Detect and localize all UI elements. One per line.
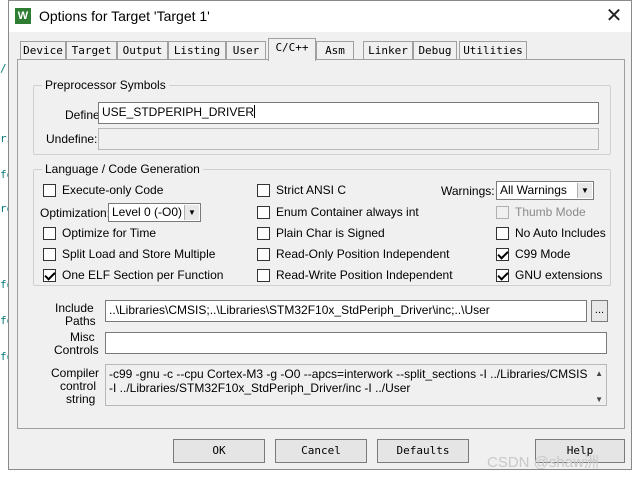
tab-debug[interactable]: Debug bbox=[413, 41, 457, 60]
c99-mode-box bbox=[496, 247, 509, 261]
plain-char-checkbox[interactable]: Plain Char is Signed bbox=[257, 226, 385, 240]
tab-listing[interactable]: Listing bbox=[168, 41, 226, 60]
optimize-time-box bbox=[43, 226, 56, 240]
execute-only-box bbox=[43, 183, 56, 197]
optimization-value: Level 0 (-O0) bbox=[112, 205, 183, 219]
split-load-checkbox[interactable]: Split Load and Store Multiple bbox=[43, 247, 215, 261]
execute-only-checkbox[interactable]: Execute-only Code bbox=[43, 183, 163, 197]
no-auto-includes-label: No Auto Includes bbox=[515, 226, 606, 240]
include-browse-button[interactable]: ... bbox=[591, 300, 608, 322]
keil-app-icon: W bbox=[15, 8, 31, 24]
strict-ansi-checkbox[interactable]: Strict ANSI C bbox=[257, 183, 346, 197]
background-editor-fragment: / bbox=[0, 62, 7, 75]
warnings-value: All Warnings bbox=[500, 183, 567, 197]
rw-pi-label: Read-Write Position Independent bbox=[276, 268, 453, 282]
thumb-mode-box bbox=[496, 205, 509, 219]
thumb-mode-label: Thumb Mode bbox=[515, 205, 586, 219]
enum-container-checkbox[interactable]: Enum Container always int bbox=[257, 205, 419, 219]
define-input[interactable]: USE_STDPERIPH_DRIVER bbox=[98, 102, 599, 124]
cc-tab-page: Preprocessor Symbols Define: USE_STDPERI… bbox=[17, 59, 625, 429]
gnu-extensions-box bbox=[496, 268, 509, 282]
tab-device[interactable]: Device bbox=[20, 41, 66, 60]
language-group: Language / Code Generation Execute-only … bbox=[33, 162, 611, 286]
undefine-input[interactable] bbox=[98, 128, 599, 150]
misc-controls-input[interactable] bbox=[105, 332, 607, 354]
language-group-title: Language / Code Generation bbox=[42, 162, 203, 176]
scroll-up-icon[interactable]: ▲ bbox=[595, 367, 603, 381]
c99-mode-checkbox[interactable]: C99 Mode bbox=[496, 247, 570, 261]
rw-pi-box bbox=[257, 268, 270, 282]
one-elf-box bbox=[43, 268, 56, 282]
optimize-time-label: Optimize for Time bbox=[62, 226, 157, 240]
options-dialog: W Options for Target 'Target 1' ✕ Device… bbox=[8, 0, 632, 470]
execute-only-label: Execute-only Code bbox=[62, 183, 164, 197]
ro-pi-box bbox=[257, 247, 270, 261]
optimize-time-checkbox[interactable]: Optimize for Time bbox=[43, 226, 156, 240]
misc-label-line1: Misc bbox=[70, 330, 95, 344]
tab-utilities[interactable]: Utilities bbox=[459, 41, 527, 60]
undefine-label: Undefine: bbox=[46, 132, 98, 146]
define-value: USE_STDPERIPH_DRIVER bbox=[102, 105, 255, 119]
gnu-extensions-checkbox[interactable]: GNU extensions bbox=[496, 268, 602, 282]
compiler-control-string[interactable]: -c99 -gnu -c --cpu Cortex-M3 -g -O0 --ap… bbox=[105, 364, 607, 406]
strict-ansi-box bbox=[257, 183, 270, 197]
include-label-line2: Paths bbox=[65, 314, 96, 328]
plain-char-box bbox=[257, 226, 270, 240]
tab-asm[interactable]: Asm bbox=[316, 41, 354, 60]
plain-char-label: Plain Char is Signed bbox=[276, 226, 385, 240]
optimization-label: Optimization: bbox=[40, 206, 111, 220]
warnings-label: Warnings: bbox=[441, 184, 495, 198]
ok-button[interactable]: OK bbox=[173, 439, 265, 463]
defaults-button[interactable]: Defaults bbox=[377, 439, 469, 463]
close-icon[interactable]: ✕ bbox=[601, 4, 627, 28]
compiler-control-value: -c99 -gnu -c --cpu Cortex-M3 -g -O0 --ap… bbox=[109, 367, 588, 395]
chevron-down-icon: ▼ bbox=[184, 205, 199, 220]
preprocessor-group: Preprocessor Symbols Define: USE_STDPERI… bbox=[33, 78, 611, 155]
scroll-down-icon[interactable]: ▼ bbox=[595, 393, 603, 405]
strict-ansi-label: Strict ANSI C bbox=[276, 183, 347, 197]
rw-pi-checkbox[interactable]: Read-Write Position Independent bbox=[257, 268, 453, 282]
compiler-label-line2: control bbox=[60, 379, 97, 393]
text-cursor bbox=[254, 105, 256, 118]
title-bar[interactable]: W Options for Target 'Target 1' ✕ bbox=[9, 1, 631, 32]
tab-user[interactable]: User bbox=[226, 41, 266, 60]
enum-container-box bbox=[257, 205, 270, 219]
one-elf-checkbox[interactable]: One ELF Section per Function bbox=[43, 268, 223, 282]
warnings-select[interactable]: All Warnings ▼ bbox=[496, 181, 594, 200]
compiler-label-line3: string bbox=[66, 392, 96, 406]
misc-label-line2: Controls bbox=[54, 343, 99, 357]
preprocessor-group-title: Preprocessor Symbols bbox=[42, 78, 169, 92]
ro-pi-label: Read-Only Position Independent bbox=[276, 247, 450, 261]
include-label-line1: Include bbox=[55, 301, 94, 315]
c99-mode-label: C99 Mode bbox=[515, 247, 571, 261]
enum-container-label: Enum Container always int bbox=[276, 205, 419, 219]
gnu-extensions-label: GNU extensions bbox=[515, 268, 603, 282]
cancel-button[interactable]: Cancel bbox=[275, 439, 367, 463]
tab-linker[interactable]: Linker bbox=[363, 41, 413, 60]
include-paths-input[interactable]: ..\Libraries\CMSIS;..\Libraries\STM32F10… bbox=[105, 300, 587, 322]
compiler-label-line1: Compiler bbox=[51, 366, 100, 380]
tab-output[interactable]: Output bbox=[117, 41, 168, 60]
tab-cc[interactable]: C/C++ bbox=[268, 38, 316, 61]
window-title: Options for Target 'Target 1' bbox=[39, 8, 210, 24]
one-elf-label: One ELF Section per Function bbox=[62, 268, 224, 282]
optimization-select[interactable]: Level 0 (-O0) ▼ bbox=[108, 203, 201, 222]
no-auto-includes-checkbox[interactable]: No Auto Includes bbox=[496, 226, 606, 240]
ro-pi-checkbox[interactable]: Read-Only Position Independent bbox=[257, 247, 449, 261]
no-auto-includes-box bbox=[496, 226, 509, 240]
chevron-down-icon: ▼ bbox=[577, 183, 592, 198]
thumb-mode-checkbox[interactable]: Thumb Mode bbox=[496, 205, 586, 219]
split-load-box bbox=[43, 247, 56, 261]
split-load-label: Split Load and Store Multiple bbox=[62, 247, 216, 261]
tab-target[interactable]: Target bbox=[66, 41, 117, 60]
watermark: CSDN @shaw洲 bbox=[487, 454, 599, 471]
